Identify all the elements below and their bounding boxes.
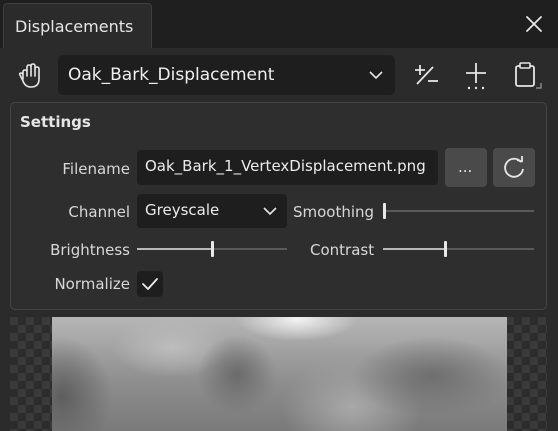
close-icon [526,16,542,32]
filename-label: Filename [62,160,130,178]
displacement-select-value: Oak_Bark_Displacement [68,65,275,85]
paste-button[interactable] [507,57,543,93]
tab-bar: Displacements [0,0,558,48]
slider-thumb[interactable] [444,241,447,257]
slider-track [383,210,534,212]
normalize-label: Normalize [54,275,130,293]
reload-button[interactable] [493,148,535,187]
smoothing-label: Smoothing [293,203,375,221]
displacement-select[interactable]: Oak_Bark_Displacement [58,55,395,95]
displacement-preview [10,317,547,431]
smoothing-slider[interactable] [383,203,534,219]
add-point-icon [466,63,486,90]
browse-button[interactable]: ... [445,148,487,187]
hand-icon [18,63,40,88]
slider-thumb[interactable] [383,203,386,219]
add-subtract-icon [415,65,438,85]
settings-panel: Settings Filename Oak_Bark_1_VertexDispl… [10,102,547,310]
chevron-down-icon [369,71,383,80]
reload-icon [504,156,524,178]
toolbar: Oak_Bark_Displacement [0,48,558,102]
clipboard-icon [515,62,542,89]
contrast-slider[interactable] [383,241,534,257]
browse-label: ... [458,158,473,176]
add-subtract-button[interactable] [409,57,445,93]
slider-fill [383,248,444,250]
tab-displacements[interactable]: Displacements [3,3,152,48]
filename-field[interactable]: Oak_Bark_1_VertexDisplacement.png [137,150,438,185]
contrast-label: Contrast [310,241,375,259]
tab-title: Displacements [15,17,134,36]
brightness-label: Brightness [50,241,130,259]
slider-thumb[interactable] [211,241,214,257]
chevron-down-icon [263,207,277,216]
close-button[interactable] [516,8,552,42]
checkmark-icon [142,278,158,290]
pan-button[interactable] [12,57,48,93]
filename-value: Oak_Bark_1_VertexDisplacement.png [145,157,426,175]
channel-select[interactable]: Greyscale [137,194,287,228]
displacement-map-image [52,317,507,431]
normalize-checkbox[interactable] [137,271,163,297]
channel-label: Channel [68,203,130,221]
add-point-button[interactable] [458,57,494,93]
channel-select-value: Greyscale [145,201,220,219]
brightness-slider[interactable] [137,241,287,257]
slider-fill [137,248,211,250]
settings-title: Settings [20,113,91,131]
